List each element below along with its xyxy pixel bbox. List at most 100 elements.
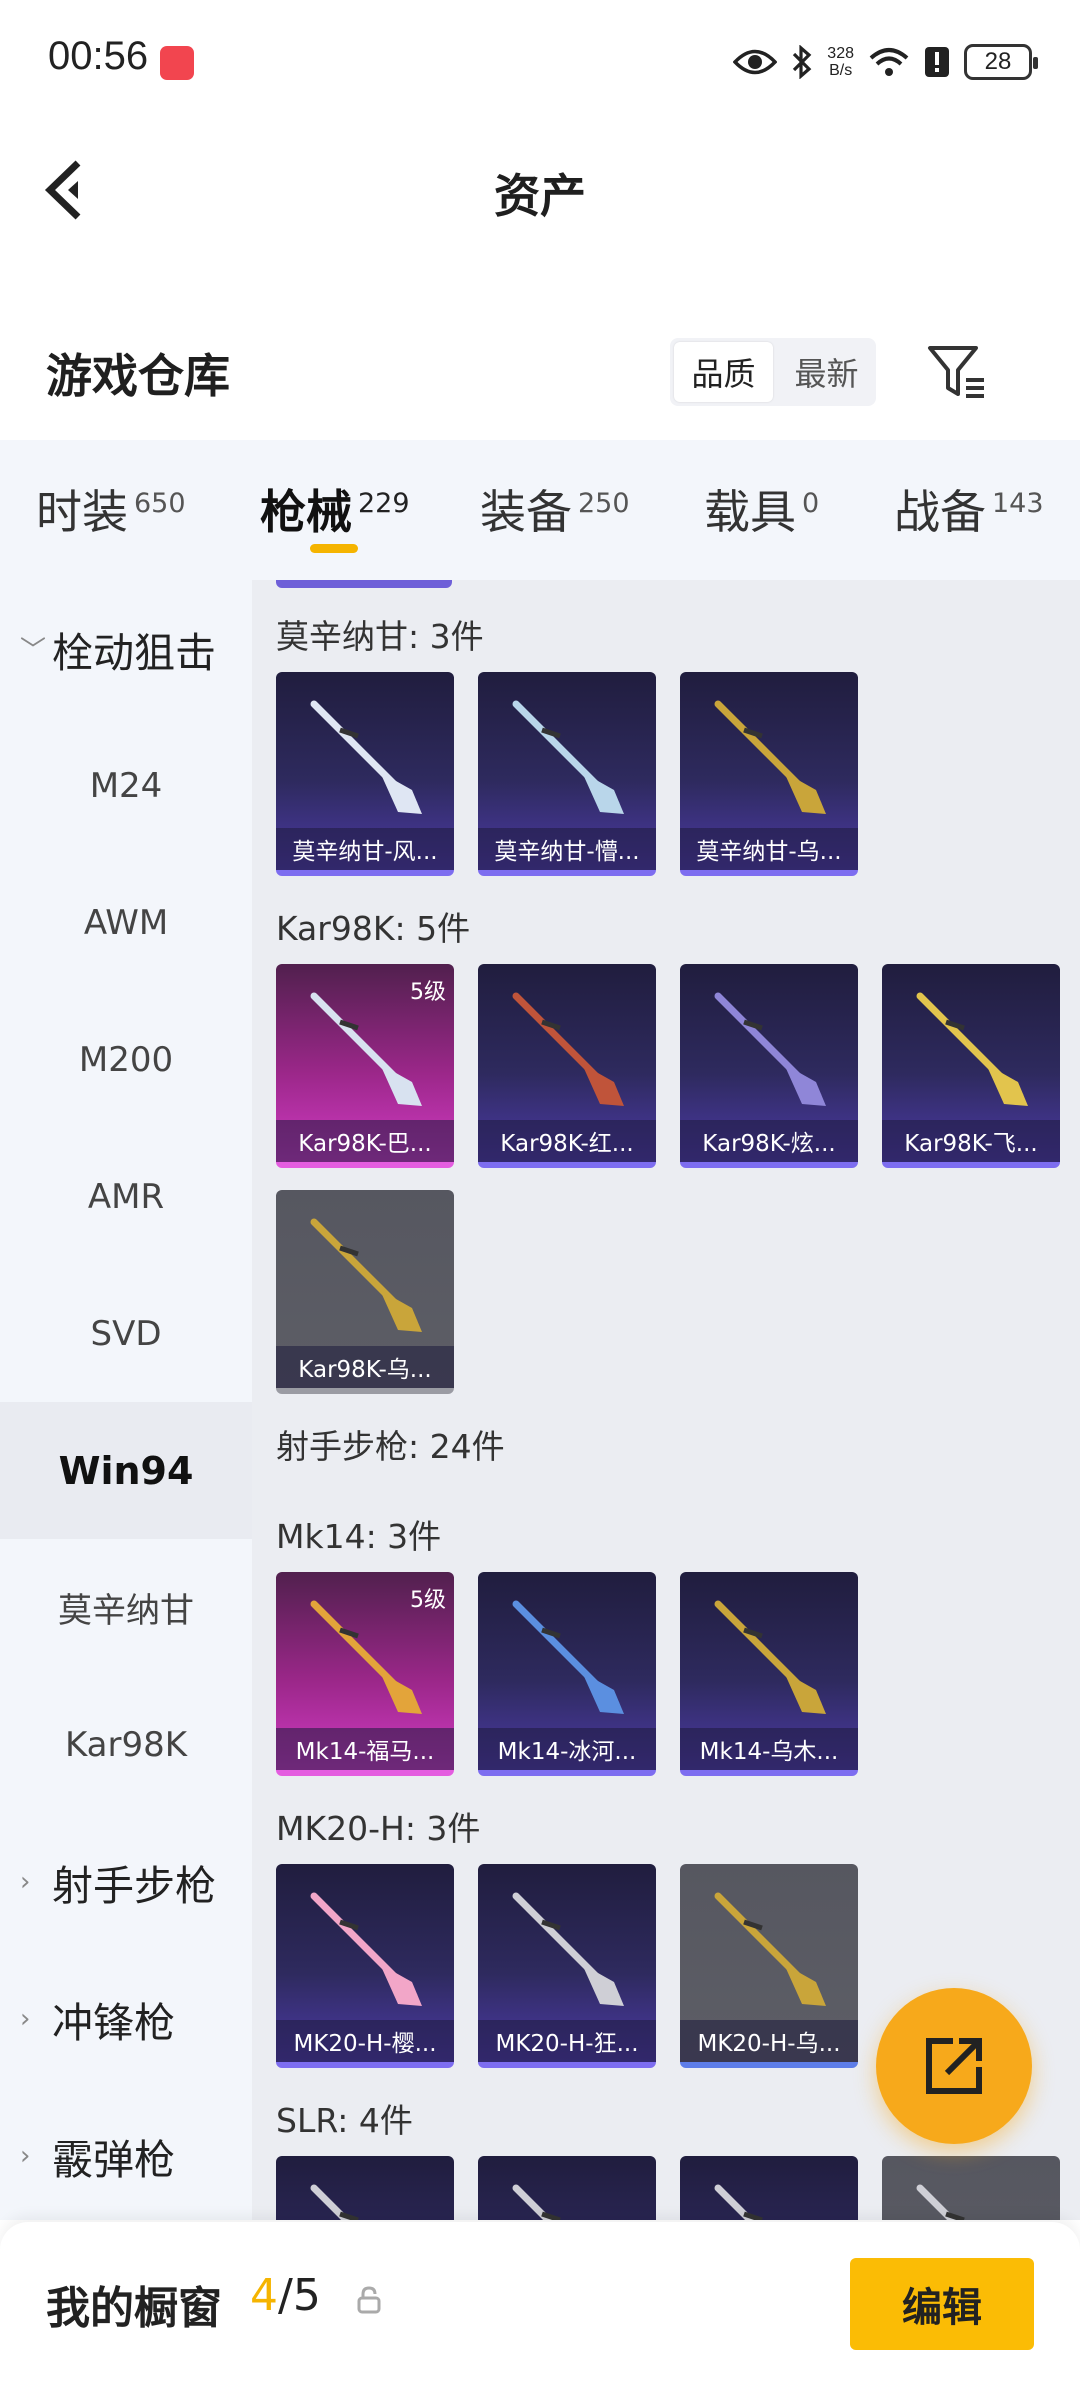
status-bar: 00:56 328 B/s 28 (0, 0, 1080, 120)
weapon-name: Kar98K-炫... (680, 1120, 858, 1162)
warehouse-header: 游戏仓库 品质 最新 (0, 320, 1080, 430)
rifle-icon (310, 2184, 359, 2220)
category-tabs: 时装 650 枪械 229 装备 250 载具 0 战备 143 (0, 440, 1080, 580)
rifle-icon (512, 992, 624, 1106)
weapon-name: MK20-H-乌... (680, 2020, 858, 2062)
weapon-type-sidebar: ﹀ 栓动狙击 M24 AWM M200 AMR SVD Win94 莫辛纳甘 Ka… (0, 580, 252, 2220)
weapon-name: Mk14-乌木... (680, 1728, 858, 1770)
weapon-name: Mk14-福马... (276, 1728, 454, 1770)
chevron-down-icon: ﹀ (20, 636, 47, 666)
weapon-name: 莫辛纳甘-乌... (680, 828, 858, 870)
rifle-icon (310, 1218, 422, 1332)
sort-by-newest[interactable]: 最新 (777, 338, 876, 406)
weapon-card[interactable]: Kar98K-红... (478, 964, 656, 1168)
alert-icon (925, 47, 949, 77)
section-label: MK20-H: 3件 (276, 1809, 481, 1848)
weapon-card[interactable]: Mk14-乌木... (680, 1572, 858, 1776)
rifle-icon (512, 1600, 624, 1714)
weapon-name: 莫辛纳甘-风... (276, 828, 454, 870)
section-label: 射手步枪: 24件 (276, 1427, 505, 1466)
rifle-icon (512, 2184, 561, 2220)
weapon-card[interactable]: MK20-H-狂... (478, 1864, 656, 2068)
weapon-card[interactable]: Kar98K-飞... (882, 964, 1060, 1168)
showcase-count: 4/5 (250, 2270, 321, 2321)
weapon-grid-area[interactable]: 莫辛纳甘: 3件 莫辛纳甘-风... 莫辛纳甘-懵... 莫辛纳甘-乌... Kar98… (252, 580, 1080, 2220)
wifi-icon (869, 48, 909, 76)
rifle-icon (512, 700, 624, 814)
weapon-name: Kar98K-巴... (276, 1120, 454, 1162)
level-badge: 5级 (410, 1588, 446, 1613)
rifle-icon (714, 1600, 826, 1714)
level-badge: 5级 (410, 980, 446, 1005)
weapon-card[interactable] (276, 2156, 454, 2220)
weapon-name: 莫辛纳甘-懵... (478, 828, 656, 870)
showcase-bar: 我的橱窗 4/5 编辑 (0, 2222, 1080, 2382)
previous-card-edge (276, 580, 452, 588)
weapon-name: Kar98K-乌... (276, 1346, 454, 1388)
rifle-icon (310, 700, 422, 814)
sidebar-item-m200[interactable]: M200 (0, 991, 252, 1128)
section-label: Kar98K: 5件 (276, 909, 471, 948)
sidebar-item-svd[interactable]: SVD (0, 1265, 252, 1402)
sidebar-group-dmr[interactable]: › 射手步枪 (0, 1813, 252, 1950)
chevron-right-icon: › (20, 2003, 31, 2034)
sidebar-item-awm[interactable]: AWM (0, 854, 252, 991)
rifle-icon (714, 2184, 763, 2220)
status-time: 00:56 (48, 34, 149, 78)
weapon-card[interactable]: Kar98K-炫... (680, 964, 858, 1168)
sidebar-item-win94[interactable]: Win94 (0, 1402, 252, 1539)
warehouse-title: 游戏仓库 (46, 349, 230, 403)
tab-fashion[interactable]: 时装 650 (36, 476, 186, 542)
edit-button[interactable]: 编辑 (850, 2258, 1034, 2350)
weapon-card[interactable] (478, 2156, 656, 2220)
sort-by-quality[interactable]: 品质 (674, 342, 773, 402)
app-notification-icon (160, 46, 194, 80)
weapon-card[interactable] (882, 2156, 1060, 2220)
sidebar-group-bolt-action[interactable]: ﹀ 栓动狙击 (0, 580, 252, 717)
rifle-icon (512, 1892, 624, 2006)
section-label: SLR: 4件 (276, 2101, 413, 2140)
tab-equipment[interactable]: 装备 250 (480, 476, 630, 542)
weapon-card[interactable]: 5级 Mk14-福马... (276, 1572, 454, 1776)
filter-icon[interactable] (926, 342, 990, 402)
tab-vehicles[interactable]: 载具 0 (704, 476, 819, 542)
sidebar-item-mosin-nagant[interactable]: 莫辛纳甘 (0, 1539, 252, 1676)
section-label: Mk14: 3件 (276, 1517, 442, 1556)
sidebar-item-kar98k[interactable]: Kar98K (0, 1676, 252, 1813)
battery-indicator: 28 (964, 44, 1038, 80)
weapon-card[interactable] (680, 2156, 858, 2220)
weapon-card[interactable]: MK20-H-樱... (276, 1864, 454, 2068)
weapon-card[interactable]: 莫辛纳甘-懵... (478, 672, 656, 876)
weapon-name: Kar98K-红... (478, 1120, 656, 1162)
network-speed: 328 B/s (827, 45, 854, 79)
showcase-title: 我的橱窗 (46, 2283, 222, 2334)
weapon-card[interactable]: MK20-H-乌... (680, 1864, 858, 2068)
chevron-right-icon: › (20, 2140, 31, 2171)
sort-toggle: 品质 最新 (670, 338, 876, 406)
rifle-icon (714, 700, 826, 814)
weapon-name: MK20-H-樱... (276, 2020, 454, 2062)
active-tab-indicator (310, 544, 358, 553)
lock-icon (357, 2286, 381, 2314)
tab-combat-supplies[interactable]: 战备 143 (894, 476, 1044, 542)
weapon-name: Mk14-冰河... (478, 1728, 656, 1770)
weapon-card[interactable]: 5级 Kar98K-巴... (276, 964, 454, 1168)
weapon-name: Kar98K-飞... (882, 1120, 1060, 1162)
weapon-name: MK20-H-狂... (478, 2020, 656, 2062)
weapon-card[interactable]: 莫辛纳甘-乌... (680, 672, 858, 876)
rifle-icon (916, 2184, 965, 2220)
section-label: 莫辛纳甘: 3件 (276, 617, 484, 656)
share-button[interactable] (876, 1988, 1032, 2144)
rifle-icon (714, 1892, 826, 2006)
chevron-right-icon: › (20, 1866, 31, 1897)
tab-guns[interactable]: 枪械 229 (260, 476, 410, 542)
weapon-card[interactable]: Mk14-冰河... (478, 1572, 656, 1776)
rifle-icon (310, 1892, 422, 2006)
sidebar-item-amr[interactable]: AMR (0, 1128, 252, 1265)
sidebar-group-smg[interactable]: › 冲锋枪 (0, 1950, 252, 2087)
sidebar-group-shotgun[interactable]: › 霰弹枪 (0, 2087, 252, 2224)
weapon-card[interactable]: 莫辛纳甘-风... (276, 672, 454, 876)
weapon-card[interactable]: Kar98K-乌... (276, 1190, 454, 1394)
eye-icon (733, 49, 778, 75)
sidebar-item-m24[interactable]: M24 (0, 717, 252, 854)
